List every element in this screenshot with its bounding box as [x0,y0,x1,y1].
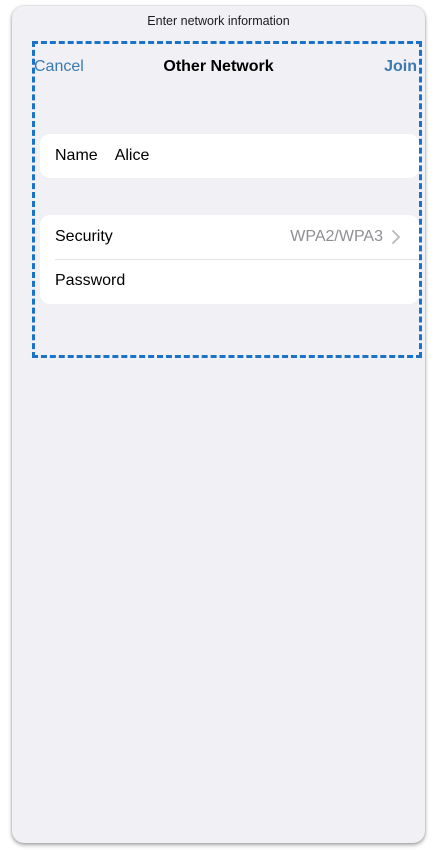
name-label: Name [55,147,98,164]
sheet-prompt: Enter network information [147,14,290,28]
join-button[interactable]: Join [384,58,417,76]
security-row[interactable]: Security WPA2/WPA3 [40,215,419,259]
cancel-button[interactable]: Cancel [34,58,84,76]
network-sheet: Enter network information Other Network … [12,6,425,843]
name-row[interactable]: Name Alice [40,134,419,178]
name-field[interactable]: Alice [115,147,150,165]
password-row[interactable]: Password [40,259,419,303]
security-group: Security WPA2/WPA3 Password [40,215,419,304]
highlight-box [32,41,422,358]
security-value: WPA2/WPA3 [290,228,383,245]
password-label: Password [55,272,126,289]
name-group: Name Alice [40,134,419,178]
chevron-right-icon [392,230,400,244]
nav-bar: Other Network Cancel Join [12,58,425,88]
security-label: Security [55,228,113,245]
